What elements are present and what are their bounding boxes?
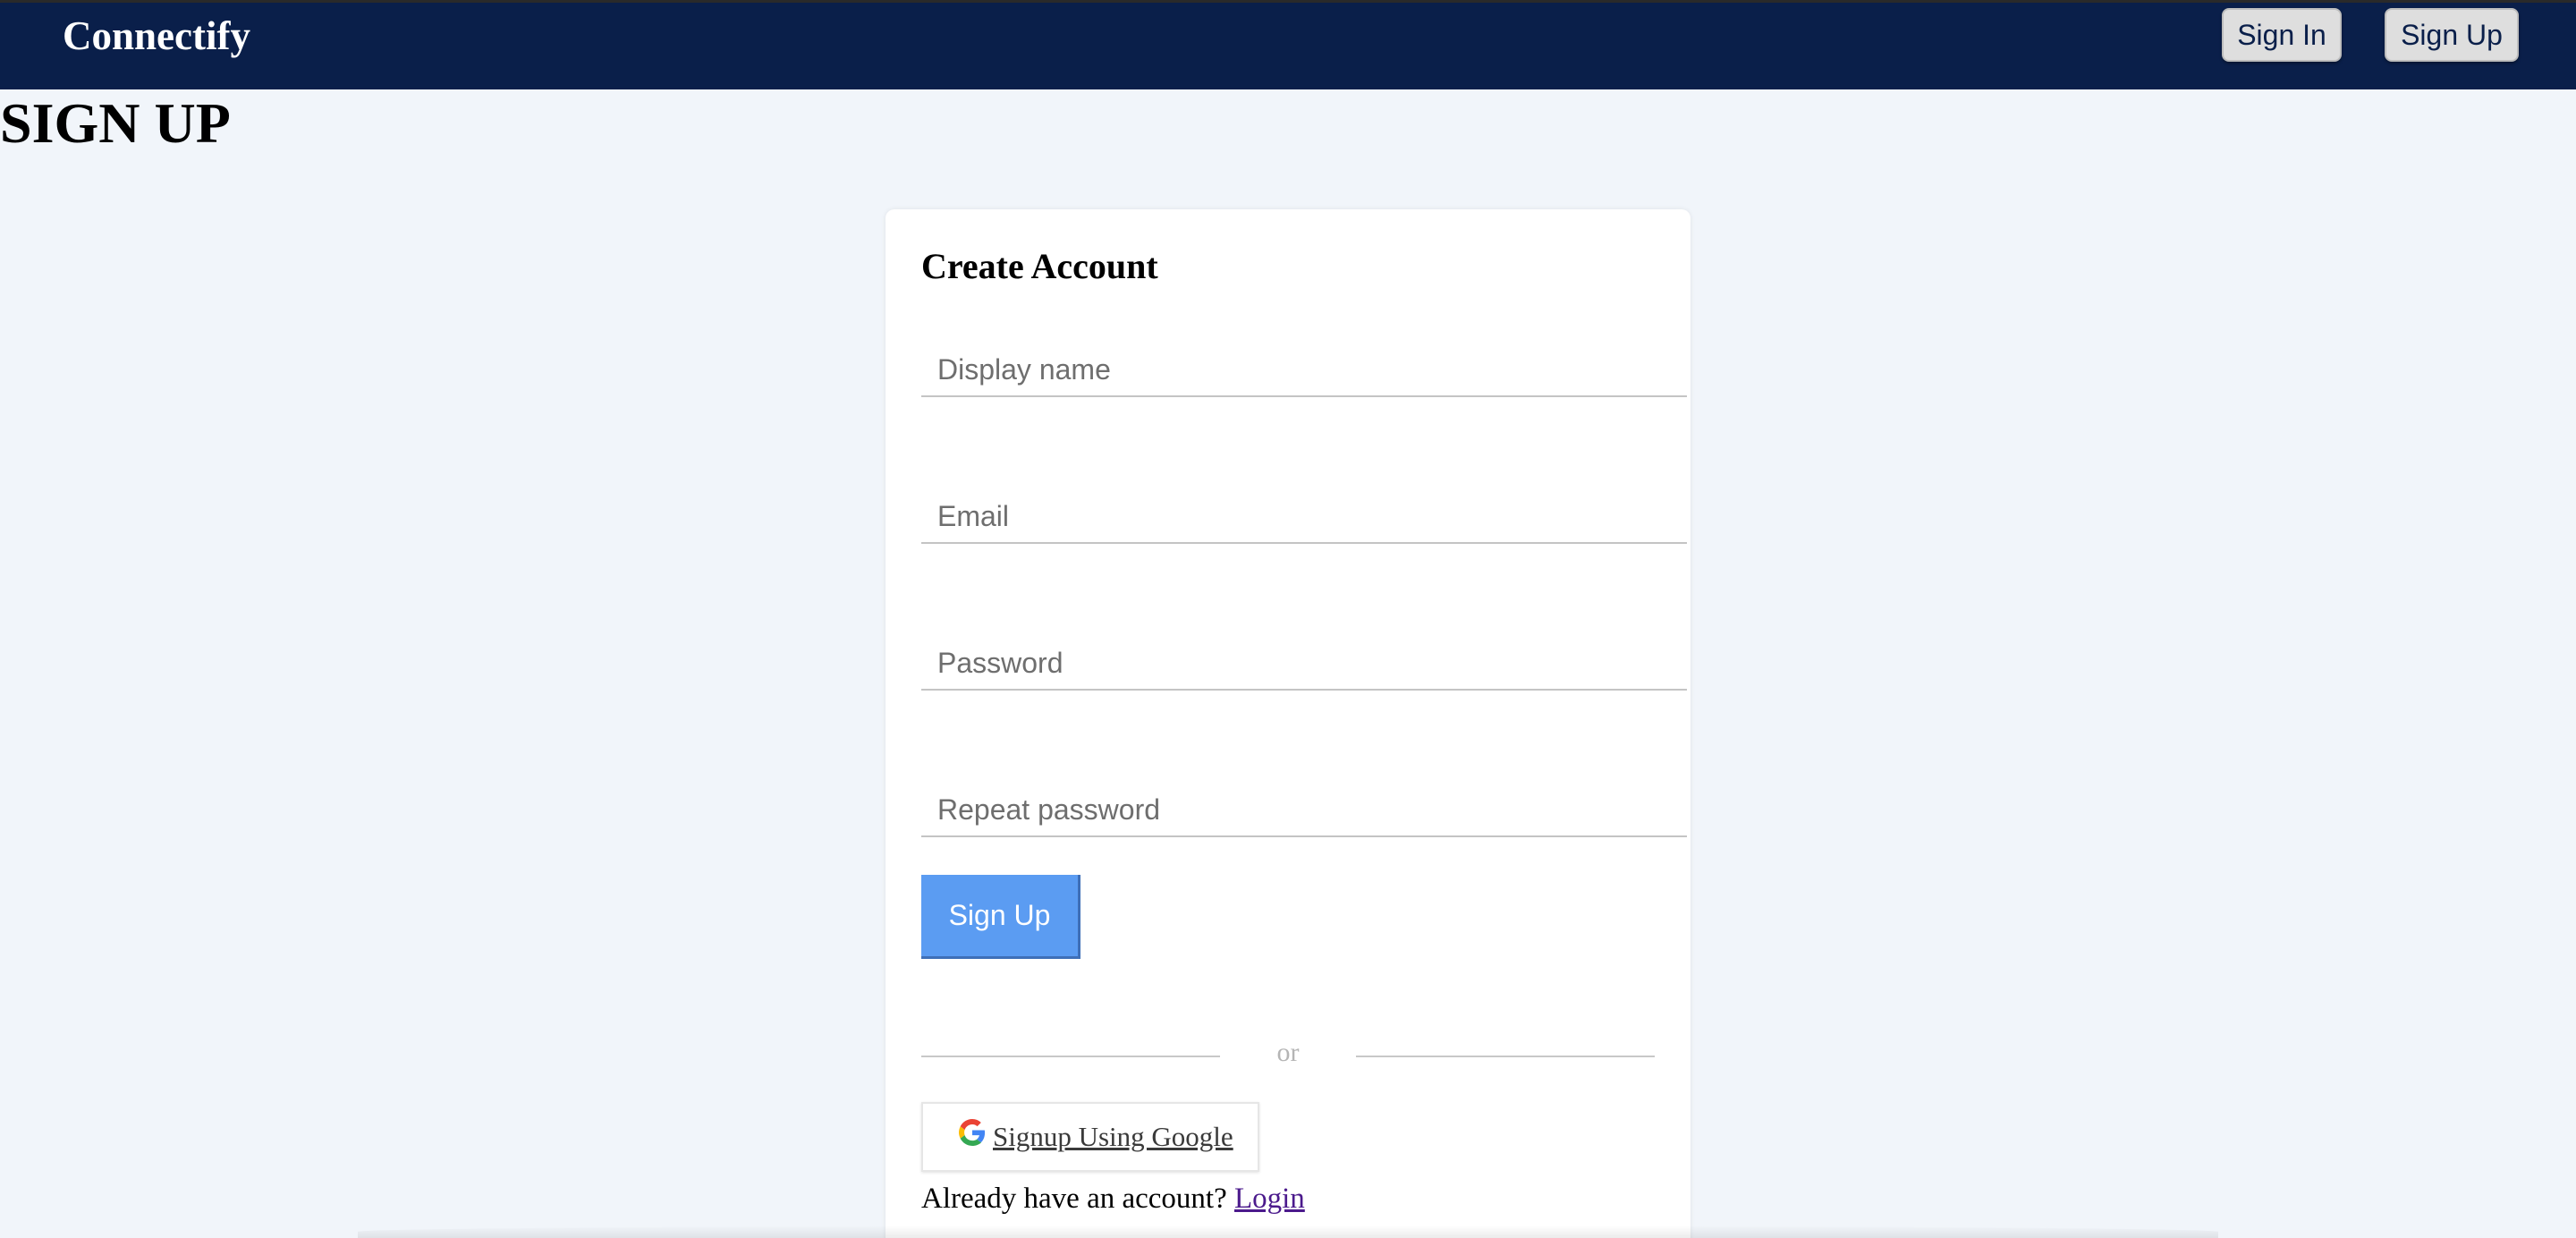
display-name-input[interactable] [921, 343, 1687, 397]
nav-sign-in-button[interactable]: Sign In [2222, 8, 2342, 62]
sign-up-submit-button[interactable]: Sign Up [921, 875, 1080, 959]
nav-sign-up-button[interactable]: Sign Up [2385, 8, 2519, 62]
top-navbar: Connectify Sign In Sign Up [0, 0, 2576, 89]
google-icon [959, 1119, 986, 1146]
login-prompt-text: Already have an account? [921, 1183, 1234, 1215]
password-input[interactable] [921, 637, 1687, 691]
page-title: SIGN UP [0, 91, 231, 155]
google-signup-button[interactable]: Signup Using Google [921, 1102, 1259, 1172]
divider-line-left [921, 1056, 1220, 1057]
bottom-shadow [358, 1225, 2218, 1238]
google-signup-label: Signup Using Google [993, 1121, 1233, 1152]
repeat-password-input[interactable] [921, 784, 1687, 837]
email-input[interactable] [921, 490, 1687, 544]
card-title: Create Account [921, 246, 1158, 286]
login-prompt: Already have an account? Login [921, 1183, 1305, 1216]
signup-card: Create Account Sign Up or Signup Using G… [886, 209, 1690, 1238]
login-link[interactable]: Login [1234, 1183, 1305, 1215]
brand-logo[interactable]: Connectify [63, 12, 250, 60]
divider-or-text: or [1276, 1038, 1300, 1067]
divider-line-right [1356, 1056, 1655, 1057]
